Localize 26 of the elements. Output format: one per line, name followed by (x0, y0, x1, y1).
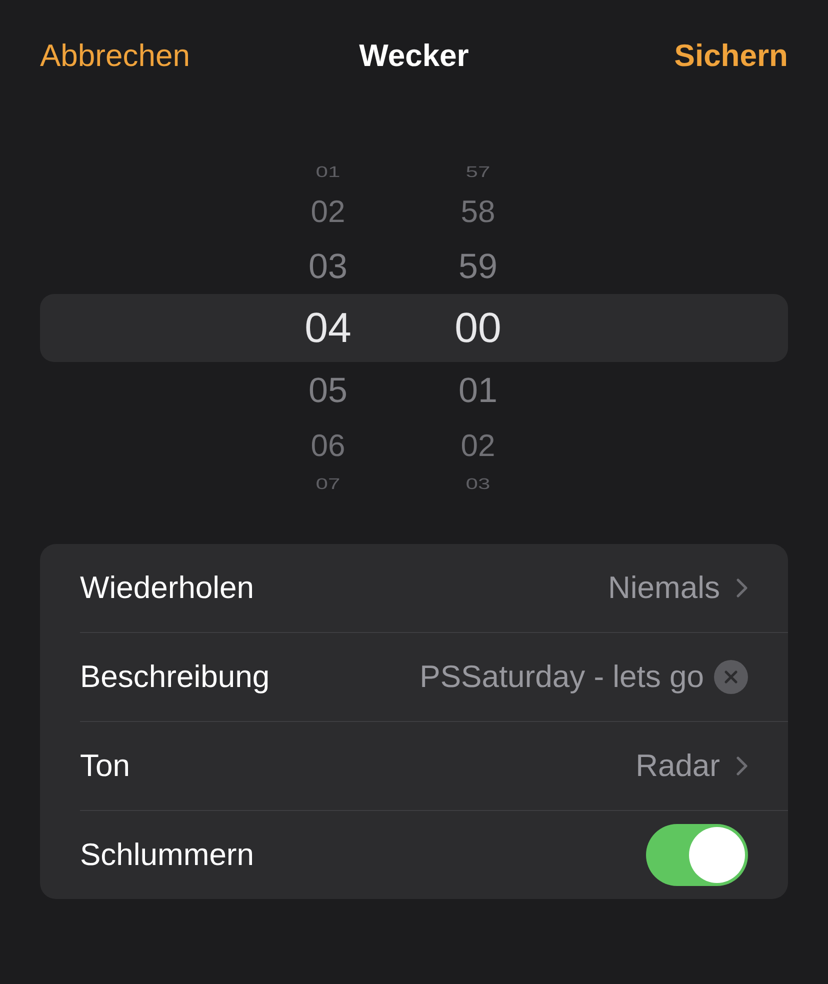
picker-value[interactable]: 02 (310, 196, 346, 226)
picker-value[interactable]: 06 (310, 430, 346, 460)
picker-value[interactable]: 03 (308, 248, 348, 284)
picker-value[interactable]: 00 (454, 307, 502, 349)
cancel-button[interactable]: Abbrechen (40, 38, 190, 74)
save-button[interactable]: Sichern (674, 38, 788, 74)
picker-value[interactable]: 07 (316, 476, 340, 492)
picker-value[interactable]: 03 (466, 476, 490, 492)
picker-value[interactable]: 01 (316, 164, 340, 180)
chevron-icon (736, 578, 748, 598)
setting-value[interactable]: Niemals (608, 570, 720, 606)
picker-value[interactable]: 58 (460, 196, 496, 226)
setting-label: Beschreibung (80, 659, 271, 695)
setting-label: Wiederholen (80, 570, 256, 606)
setting-label: Schlummern (80, 837, 255, 873)
picker-value[interactable]: 59 (458, 248, 498, 284)
description-field[interactable]: PSSaturday - lets go (384, 659, 704, 695)
picker-value[interactable]: 04 (304, 307, 352, 349)
picker-value[interactable]: 57 (466, 164, 490, 180)
setting-label: Ton (80, 748, 131, 784)
window-title: Wecker (359, 38, 469, 74)
setting-value[interactable]: Radar (636, 748, 720, 784)
picker-value[interactable]: 01 (458, 372, 498, 408)
picker-value[interactable]: 05 (308, 372, 348, 408)
chevron-icon (736, 756, 748, 776)
picker-value[interactable]: 02 (460, 430, 496, 460)
